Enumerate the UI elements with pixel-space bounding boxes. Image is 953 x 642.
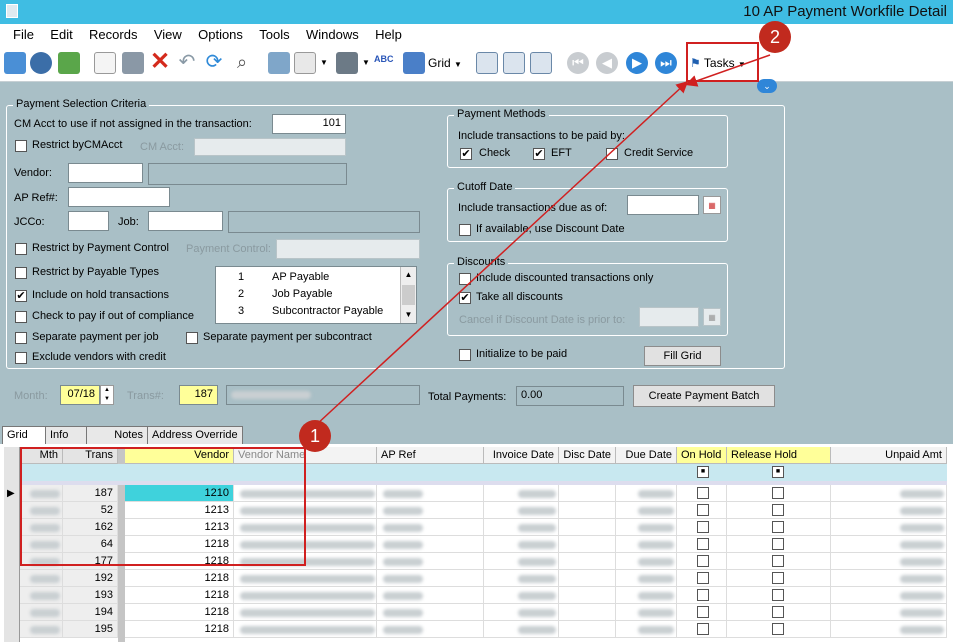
annotation-arrows [315, 54, 771, 426]
annotation-marker-2: 2 [759, 21, 791, 53]
arrow-to-tasks [315, 80, 689, 426]
annotation-marker-1: 1 [299, 420, 331, 452]
arrow-from-marker-2 [685, 54, 771, 87]
